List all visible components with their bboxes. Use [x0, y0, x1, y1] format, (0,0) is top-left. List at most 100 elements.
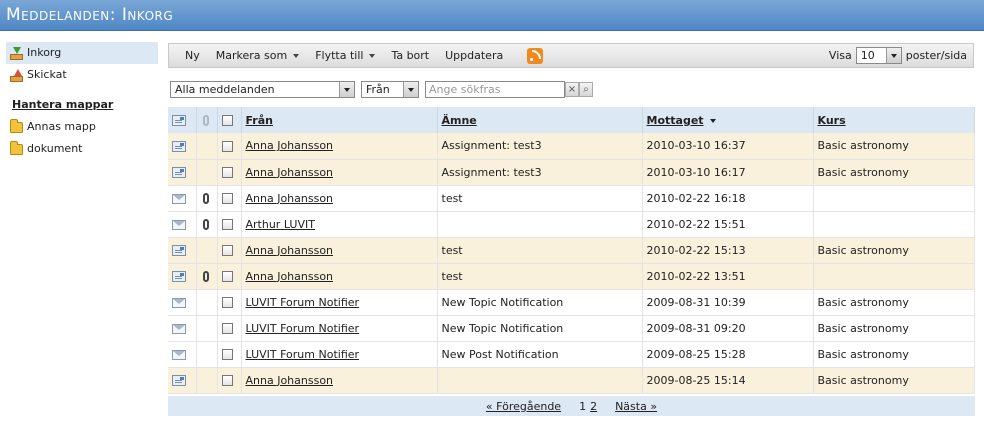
- select-cell[interactable]: [217, 185, 242, 212]
- select-cell[interactable]: [217, 263, 242, 290]
- course-cell: [813, 263, 975, 290]
- sort-course-link[interactable]: Kurs: [818, 114, 846, 127]
- next-page-link[interactable]: Nästa »: [615, 400, 657, 413]
- subject-cell[interactable]: test: [437, 185, 643, 212]
- sidebar-item-folder-dokument[interactable]: dokument: [6, 138, 158, 160]
- subject-cell[interactable]: [437, 367, 643, 394]
- message-table: Från Ämne Mottaget Kurs Anna Johansson As…: [168, 107, 975, 394]
- sender-link[interactable]: LUVIT Forum Notifier: [246, 348, 360, 361]
- received-cell: 2010-03-10 16:37: [642, 133, 814, 160]
- read-message-icon: [172, 323, 186, 334]
- sender-link[interactable]: Anna Johansson: [246, 244, 334, 257]
- prev-page-link[interactable]: « Föregående: [486, 400, 561, 413]
- status-cell: [168, 289, 197, 316]
- select-cell[interactable]: [217, 367, 242, 394]
- table-row[interactable]: Anna Johansson test 2010-02-22 15:13 Basic …: [168, 237, 975, 264]
- received-cell: 2010-02-22 16:18: [642, 185, 814, 212]
- mark-as-menu[interactable]: Markera som: [208, 44, 307, 67]
- sender-link[interactable]: Anna Johansson: [246, 139, 334, 152]
- sender-link[interactable]: Anna Johansson: [246, 166, 334, 179]
- select-cell[interactable]: [217, 133, 242, 160]
- subject-cell[interactable]: Assignment: test3: [437, 159, 643, 186]
- sender-link[interactable]: LUVIT Forum Notifier: [246, 322, 360, 335]
- subject-cell[interactable]: Assignment: test3: [437, 133, 643, 160]
- row-checkbox[interactable]: [221, 349, 233, 360]
- sender-link[interactable]: Anna Johansson: [246, 192, 334, 205]
- subject-cell[interactable]: New Post Notification: [437, 341, 643, 368]
- attachment-cell: [196, 211, 218, 238]
- delete-button[interactable]: Ta bort: [383, 44, 437, 67]
- subject-cell[interactable]: New Topic Notification: [437, 289, 643, 316]
- sender-link[interactable]: LUVIT Forum Notifier: [246, 296, 360, 309]
- header-course[interactable]: Kurs: [813, 107, 975, 133]
- sidebar-item-label: dokument: [27, 142, 83, 155]
- received-cell: 2010-02-22 15:13: [642, 237, 814, 264]
- move-to-menu[interactable]: Flytta till: [307, 44, 383, 67]
- row-checkbox[interactable]: [221, 271, 233, 282]
- table-row[interactable]: Anna Johansson Assignment: test3 2010-03-1…: [168, 159, 975, 186]
- status-cell: [168, 211, 197, 238]
- per-page-select[interactable]: 10: [855, 47, 902, 64]
- row-checkbox[interactable]: [221, 140, 233, 152]
- table-row[interactable]: Arthur LUVIT 2010-02-22 15:51: [168, 211, 975, 238]
- sort-received-link[interactable]: Mottaget: [647, 114, 704, 127]
- header-received[interactable]: Mottaget: [642, 107, 814, 133]
- header-subject[interactable]: Ämne: [437, 107, 643, 133]
- sort-subject-link[interactable]: Ämne: [442, 114, 477, 127]
- row-checkbox[interactable]: [221, 245, 233, 256]
- table-row[interactable]: LUVIT Forum Notifier New Post Notificatio…: [168, 341, 975, 368]
- row-checkbox[interactable]: [221, 193, 233, 204]
- sender-link[interactable]: Arthur LUVIT: [246, 218, 315, 231]
- manage-folders-link[interactable]: Hantera mappar: [6, 94, 158, 116]
- clear-search-icon[interactable]: ×: [565, 82, 579, 97]
- search-input[interactable]: Ange sökfras: [425, 81, 565, 98]
- select-cell[interactable]: [217, 237, 242, 264]
- refresh-button[interactable]: Uppdatera: [437, 44, 511, 67]
- sort-from-link[interactable]: Från: [246, 114, 274, 127]
- table-row[interactable]: Anna Johansson Assignment: test3 2010-03-1…: [168, 133, 975, 160]
- select-cell[interactable]: [217, 159, 242, 186]
- table-row[interactable]: Anna Johansson test 2010-02-22 13:51: [168, 263, 975, 290]
- select-cell[interactable]: [217, 289, 242, 316]
- subject-cell[interactable]: New Topic Notification: [437, 315, 643, 342]
- sidebar-item-inbox[interactable]: Inkorg: [6, 42, 158, 64]
- attachment-cell: [196, 289, 218, 316]
- received-cell: 2009-08-25 15:14: [642, 367, 814, 394]
- select-all-checkbox[interactable]: [221, 115, 233, 126]
- new-button[interactable]: Ny: [169, 44, 208, 67]
- row-checkbox[interactable]: [221, 297, 233, 308]
- sender-link[interactable]: Anna Johansson: [246, 374, 334, 387]
- attachment-icon: [202, 219, 209, 230]
- select-cell[interactable]: [217, 315, 242, 342]
- rss-icon[interactable]: [527, 47, 544, 64]
- table-row[interactable]: Anna Johansson 2009-08-25 15:14 Basic astr…: [168, 367, 975, 394]
- read-message-icon: [172, 297, 186, 308]
- sidebar-item-folder-annas-mapp[interactable]: Annas mapp: [6, 116, 158, 138]
- field-filter-select[interactable]: Från: [361, 81, 419, 98]
- show-label: Visa: [828, 49, 852, 62]
- search-icon[interactable]: ⌕: [579, 82, 593, 97]
- select-cell[interactable]: [217, 211, 242, 238]
- row-checkbox[interactable]: [221, 323, 233, 334]
- table-row[interactable]: LUVIT Forum Notifier New Topic Notificati…: [168, 289, 975, 316]
- subject-cell[interactable]: test: [437, 237, 643, 264]
- header-select-all[interactable]: [217, 107, 242, 133]
- page-2-link[interactable]: 2: [590, 400, 597, 413]
- unread-message-icon: [172, 140, 186, 152]
- sender-link[interactable]: Anna Johansson: [246, 270, 334, 283]
- message-filter-select[interactable]: Alla meddelanden: [170, 81, 355, 98]
- table-row[interactable]: Anna Johansson test 2010-02-22 16:18: [168, 185, 975, 212]
- subject-cell[interactable]: [437, 211, 643, 238]
- unread-message-icon: [172, 245, 186, 256]
- read-message-icon: [172, 193, 186, 204]
- table-row[interactable]: LUVIT Forum Notifier New Topic Notificati…: [168, 315, 975, 342]
- row-checkbox[interactable]: [221, 219, 233, 230]
- sidebar-item-sent[interactable]: Skickat: [6, 64, 158, 86]
- attachment-icon: [202, 271, 209, 282]
- subject-cell[interactable]: test: [437, 263, 643, 290]
- row-checkbox[interactable]: [221, 167, 233, 178]
- row-checkbox[interactable]: [221, 375, 233, 386]
- select-cell[interactable]: [217, 341, 242, 368]
- inbox-icon: [10, 46, 23, 60]
- header-from[interactable]: Från: [241, 107, 438, 133]
